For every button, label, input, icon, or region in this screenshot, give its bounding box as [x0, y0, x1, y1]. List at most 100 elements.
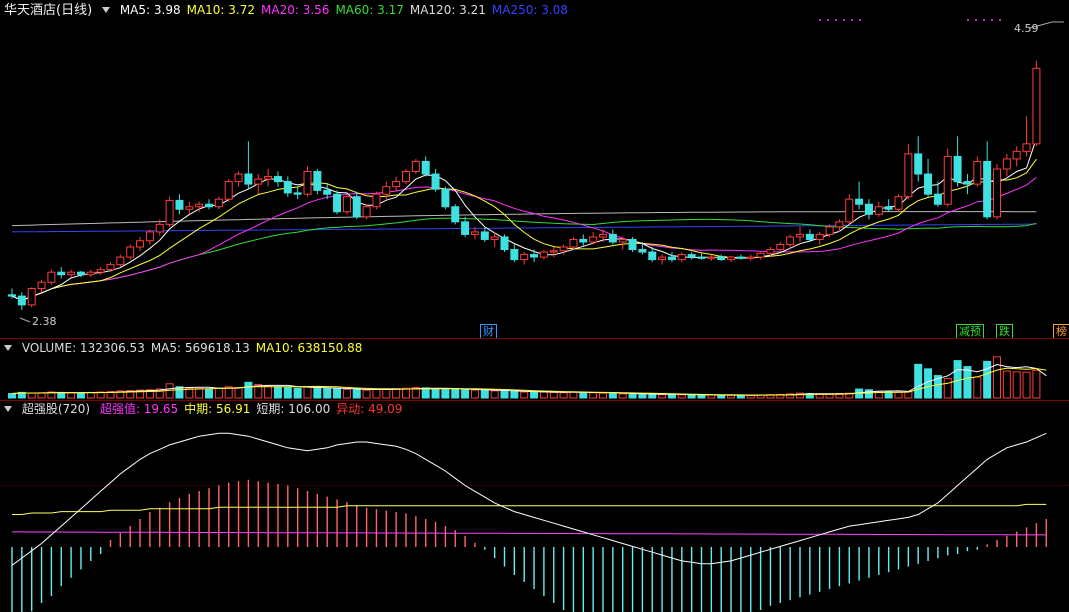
- indicator-title[interactable]: 超强股(720): [22, 402, 90, 416]
- volume-bar-down: [451, 388, 460, 399]
- volume-bar-up: [402, 387, 410, 399]
- candle-down: [648, 251, 657, 261]
- volume-bar-down: [628, 393, 637, 399]
- candle-down: [667, 256, 676, 261]
- candle-down: [283, 181, 292, 194]
- volume-bar-down: [273, 386, 282, 399]
- candle-down: [638, 249, 647, 253]
- volume-bar-up: [973, 376, 982, 399]
- candle-down: [687, 254, 696, 258]
- volume-bar-down: [76, 392, 85, 399]
- candle-up: [825, 226, 834, 235]
- volume-bar-up: [1022, 371, 1031, 399]
- candle-up: [599, 233, 607, 238]
- volume-bar-down: [667, 393, 676, 399]
- low-pointer-icon: [19, 317, 31, 323]
- volume-bar-down: [441, 388, 450, 399]
- candle-down: [628, 238, 637, 251]
- candle-up: [411, 160, 420, 173]
- dropdown-icon[interactable]: [4, 406, 12, 412]
- event-tag-reduce-forecast[interactable]: 减预: [956, 324, 984, 338]
- indicator-header: 超强股(720) 超强值: 19.65 中期: 56.91 短期: 106.00 异动…: [4, 401, 414, 417]
- marker-dot: [819, 19, 821, 21]
- candle-up: [943, 155, 952, 205]
- candle-up: [1022, 143, 1031, 152]
- candle-down: [76, 271, 85, 276]
- candle-up: [618, 238, 627, 243]
- candlestick-chart[interactable]: [0, 0, 1069, 338]
- candle-down: [461, 221, 470, 235]
- candle-up: [254, 178, 263, 185]
- indicator-readout-2: 短期: 106.00: [256, 402, 331, 416]
- volume-bar-down: [293, 387, 302, 399]
- candle-down: [8, 294, 16, 297]
- volume-header: VOLUME: 132306.53 MA5: 569618.13 MA10: 638…: [4, 340, 374, 356]
- candle-up: [796, 233, 804, 238]
- candle-up: [569, 238, 578, 248]
- indicator-readout-3: 异动: 49.09: [336, 402, 403, 416]
- volume-bar-down: [608, 393, 617, 399]
- event-tag-list[interactable]: 榜: [1053, 324, 1069, 338]
- volume-bar-up: [559, 392, 568, 399]
- candle-down: [293, 192, 302, 195]
- candle-down: [864, 203, 873, 215]
- ma-readout-4: MA120: 3.21: [409, 3, 486, 17]
- stock-title[interactable]: 华天酒店(日线): [4, 3, 92, 18]
- event-tag-finance[interactable]: 财: [480, 324, 497, 338]
- volume-bar-down: [697, 394, 706, 399]
- dropdown-icon[interactable]: [4, 345, 12, 351]
- candle-up: [707, 256, 716, 259]
- candle-up: [86, 271, 95, 276]
- short-term-line: [11, 432, 1047, 566]
- candle-down: [953, 155, 962, 183]
- candle-up: [165, 199, 174, 225]
- indicator-readout-0: 超强值: 19.65: [99, 402, 179, 416]
- volume-bar-down: [480, 390, 489, 399]
- candle-down: [273, 176, 282, 183]
- volume-bar-down: [914, 363, 923, 399]
- volume-bar-down: [205, 388, 213, 399]
- candle-up: [776, 244, 785, 251]
- ma-readout-0: MA5: 3.98: [119, 3, 181, 17]
- volume-bar-down: [323, 388, 332, 399]
- marker-dot: [835, 19, 837, 21]
- candle-up: [756, 252, 765, 258]
- indicator-readout-1: 中期: 56.91: [184, 402, 251, 416]
- marker-dot: [975, 19, 977, 21]
- candle-up: [27, 288, 36, 306]
- candle-up: [96, 269, 105, 273]
- volume-bar-down: [431, 388, 440, 399]
- candle-up: [874, 206, 883, 215]
- candle-up: [195, 203, 204, 208]
- candle-down: [736, 256, 745, 259]
- mid-term-line: [12, 503, 1047, 515]
- candle-up: [362, 206, 371, 218]
- candle-up: [746, 256, 755, 259]
- marker-dot: [851, 19, 853, 21]
- ma-readout-2: MA20: 3.56: [261, 3, 330, 17]
- indicator-chart[interactable]: [0, 401, 1069, 612]
- candle-up: [589, 236, 598, 243]
- volume-bar-up: [658, 394, 667, 399]
- candle-down: [451, 206, 460, 223]
- dropdown-icon[interactable]: [101, 7, 110, 13]
- candle-up: [973, 160, 982, 185]
- candle-up: [126, 246, 135, 258]
- candle-down: [805, 233, 814, 240]
- event-tag-fall[interactable]: 跌: [996, 324, 1013, 338]
- candle-up: [845, 198, 854, 223]
- volume-bar-down: [313, 387, 322, 399]
- volume-bar-up: [746, 394, 755, 399]
- candle-up: [766, 249, 775, 254]
- volume-bar-up: [37, 392, 46, 399]
- candle-up: [1012, 150, 1021, 160]
- candle-up: [382, 186, 391, 195]
- candle-down: [855, 198, 864, 205]
- candle-up: [470, 231, 479, 235]
- candle-up: [106, 264, 115, 271]
- volume-bar-down: [8, 393, 16, 399]
- volume-bar-down: [500, 390, 509, 399]
- candle-down: [480, 231, 489, 240]
- volume-bar-up: [1002, 370, 1011, 399]
- volume-bar-up: [677, 394, 686, 399]
